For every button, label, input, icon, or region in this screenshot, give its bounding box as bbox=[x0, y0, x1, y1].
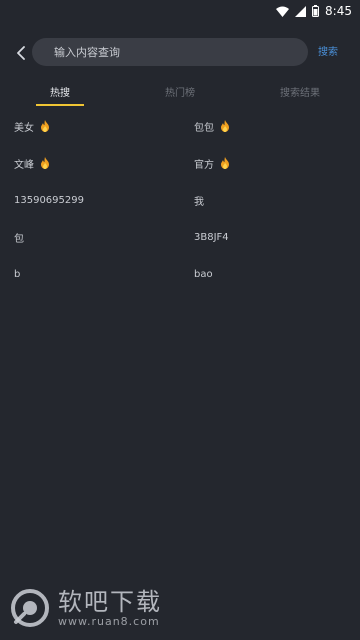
signal-icon bbox=[295, 5, 307, 17]
hot-item-label: 官方 bbox=[194, 159, 214, 171]
watermark-url: www.ruan8.com bbox=[58, 614, 160, 628]
watermark-title: 软吧下载 bbox=[58, 587, 162, 616]
fire-icon bbox=[41, 157, 49, 169]
tab-hot-list[interactable]: 热门榜 bbox=[165, 84, 195, 99]
status-bar: 8:45 bbox=[0, 0, 360, 22]
tab-hot-search[interactable]: 热搜 bbox=[50, 84, 70, 99]
back-button[interactable] bbox=[8, 40, 34, 66]
hot-item-label: b bbox=[14, 268, 21, 280]
hot-item[interactable]: 包包 bbox=[194, 118, 230, 134]
status-time: 8:45 bbox=[325, 4, 352, 18]
search-input[interactable] bbox=[52, 44, 276, 60]
hot-item-label: 我 bbox=[194, 196, 204, 208]
battery-icon bbox=[312, 5, 320, 17]
hot-item[interactable]: 我 bbox=[194, 192, 204, 208]
tab-search-results[interactable]: 搜索结果 bbox=[280, 84, 320, 99]
active-tab-indicator bbox=[36, 104, 84, 106]
hot-item[interactable]: 3B8JF4 bbox=[194, 229, 229, 245]
fire-icon bbox=[221, 120, 229, 132]
hot-item-label: 包 bbox=[14, 233, 24, 245]
watermark: 软吧下载 www.ruan8.com bbox=[10, 585, 250, 631]
search-header: 搜索 bbox=[0, 34, 360, 72]
fire-icon bbox=[221, 157, 229, 169]
hot-item-label: 13590695299 bbox=[14, 194, 84, 206]
chevron-left-icon bbox=[17, 46, 25, 60]
hot-item[interactable]: 美女 bbox=[14, 118, 50, 134]
hot-item[interactable]: 13590695299 bbox=[14, 192, 84, 208]
search-box[interactable] bbox=[32, 38, 308, 66]
hot-item-label: 美女 bbox=[14, 122, 34, 134]
hot-item[interactable]: 文峰 bbox=[14, 155, 50, 171]
hot-item-label: bao bbox=[194, 268, 213, 280]
tab-bar: 热搜 热门榜 搜索结果 bbox=[0, 78, 360, 108]
wifi-icon bbox=[276, 6, 290, 17]
hot-item[interactable]: 官方 bbox=[194, 155, 230, 171]
hot-item[interactable]: bao bbox=[194, 266, 213, 282]
watermark-logo-icon bbox=[10, 588, 50, 628]
hot-item[interactable]: 包 bbox=[14, 229, 24, 245]
search-button[interactable]: 搜索 bbox=[318, 43, 338, 58]
hot-item-label: 3B8JF4 bbox=[194, 231, 229, 243]
hot-item-label: 文峰 bbox=[14, 159, 34, 171]
hot-item[interactable]: b bbox=[14, 266, 20, 282]
hot-item-label: 包包 bbox=[194, 122, 214, 134]
fire-icon bbox=[41, 120, 49, 132]
